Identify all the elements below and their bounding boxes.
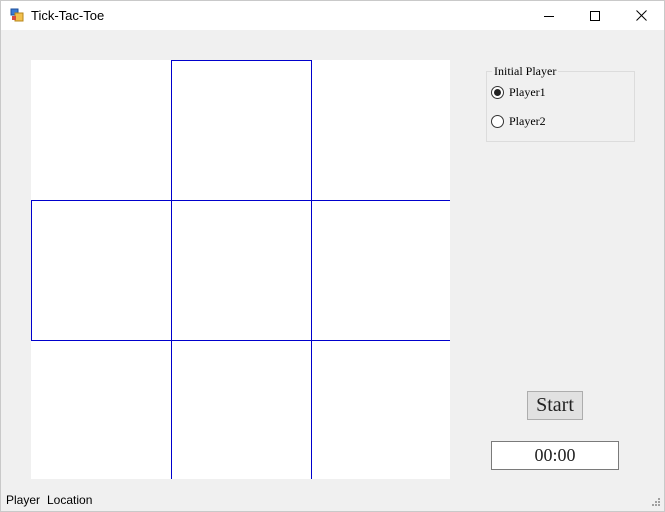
board-cell-0-0[interactable] bbox=[31, 60, 171, 200]
board-cell-1-2[interactable] bbox=[311, 200, 450, 340]
initial-player-group: Initial Player Player1 Player2 bbox=[486, 64, 635, 142]
board-cell-2-0[interactable] bbox=[31, 340, 171, 479]
board-cell-2-1[interactable] bbox=[171, 340, 311, 479]
close-button[interactable] bbox=[618, 1, 664, 30]
radio-player1-label[interactable]: Player1 bbox=[509, 85, 546, 100]
radio-selected-dot bbox=[494, 89, 501, 96]
radio-player1-indicator[interactable] bbox=[491, 86, 504, 99]
status-player-label: Player bbox=[6, 493, 41, 507]
board-cell-2-2[interactable] bbox=[311, 340, 450, 479]
status-location-label: Location bbox=[47, 493, 93, 507]
maximize-button[interactable] bbox=[572, 1, 618, 30]
title-bar[interactable]: Tick-Tac-Toe bbox=[1, 1, 664, 30]
radio-player2-indicator[interactable] bbox=[491, 115, 504, 128]
resize-grip-icon[interactable] bbox=[650, 498, 660, 508]
board-cell-0-2[interactable] bbox=[311, 60, 450, 200]
start-button[interactable]: Start bbox=[527, 391, 583, 420]
board-grid bbox=[31, 60, 450, 479]
board-cell-0-1[interactable] bbox=[171, 60, 311, 200]
close-icon bbox=[635, 10, 647, 21]
app-window: Tick-Tac-Toe Initial Player Player1 Play… bbox=[0, 0, 665, 512]
maximize-icon bbox=[590, 10, 600, 21]
board-cell-1-0[interactable] bbox=[31, 200, 171, 340]
window-title: Tick-Tac-Toe bbox=[31, 8, 105, 23]
initial-player-legend: Initial Player bbox=[492, 64, 559, 78]
board-cell-1-1[interactable] bbox=[171, 200, 311, 340]
app-icon bbox=[10, 8, 24, 22]
status-bar: Player Location bbox=[1, 489, 664, 511]
timer-display: 00:00 bbox=[491, 441, 619, 470]
radio-player2[interactable]: Player2 bbox=[491, 114, 546, 129]
minimize-icon bbox=[544, 15, 554, 17]
minimize-button[interactable] bbox=[526, 1, 572, 30]
radio-player1[interactable]: Player1 bbox=[491, 85, 546, 100]
radio-player2-label[interactable]: Player2 bbox=[509, 114, 546, 129]
game-board[interactable] bbox=[31, 60, 450, 479]
